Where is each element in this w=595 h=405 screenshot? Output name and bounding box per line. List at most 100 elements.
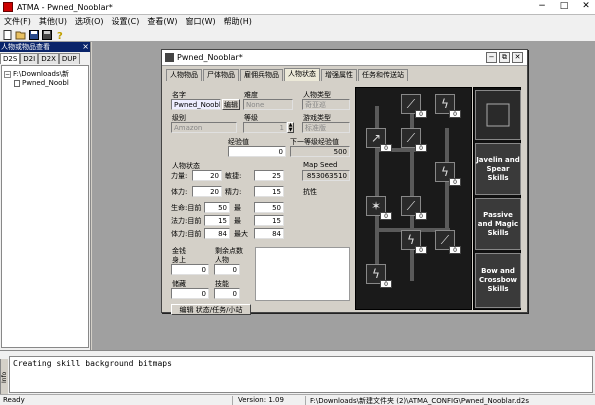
energy-field[interactable]: 15 [254,186,284,197]
skill-points: 0 [380,280,392,288]
save-icon[interactable] [28,29,39,40]
gold-stash-field[interactable]: 0 [171,288,209,299]
tree-root-label: F:\Downloads\新 [13,70,69,78]
tab-corpse-items[interactable]: 尸体物品 [203,69,239,81]
new-icon[interactable] [2,29,13,40]
left-panel: 人物或物品查看 × D2S D2I D2X DUP − F:\Downloads… [0,42,91,350]
child-close-button[interactable]: ✕ [512,52,523,63]
tree-file-label: Pwned_Noobl [22,79,69,87]
skill-points: 0 [449,246,461,254]
stamina-label: 体力:目前 [171,230,202,238]
remaining-skill-field[interactable]: 0 [214,288,240,299]
left-panel-title: 人物或物品查看 [0,42,90,52]
skill-tab-javelin[interactable]: Javelin and Spear Skills [475,143,521,195]
help-icon[interactable]: ? [54,29,65,40]
menu-options[interactable]: 选项(O) [71,16,108,27]
skill-category-tabs: Javelin and Spear Skills Passive and Mag… [473,87,521,310]
strength-field[interactable]: 20 [192,170,222,181]
skill-points: 0 [415,110,427,118]
svg-text:?: ? [57,31,63,40]
vitality-field[interactable]: 20 [192,186,222,197]
file-tree[interactable]: − F:\Downloads\新 Pwned_Noobl [1,65,89,348]
maximize-button[interactable]: □ [557,1,571,11]
skill-tab-passive[interactable]: Passive and Magic Skills [475,198,521,250]
menu-help[interactable]: 帮助(H) [220,16,256,27]
tree-file-node[interactable]: Pwned_Noobl [14,79,69,87]
skill-tree: ⟋ 0 ϟ 0 ↗ 0 ⟋ 0 ϟ 0 ✶ 0 ⟋ 0 ϟ 0 ⟋ 0 ϟ 0 [355,87,472,310]
minimize-button[interactable]: − [535,1,549,11]
menu-view[interactable]: 查看(W) [143,16,181,27]
tab-d2x[interactable]: D2X [38,53,59,64]
status-ready: Ready [3,396,25,404]
child-restore-button[interactable]: ⧉ [499,52,510,63]
character-tabs: 人物物品 尸体物品 雇佣兵物品 人物状态 增强属性 任务和传送站 [166,68,409,81]
char-type-field[interactable]: 奇亚巡 [302,99,350,110]
name-field[interactable]: Pwned_Nooblar [171,99,221,110]
log-output: Creating skill background bitmaps [9,356,593,393]
log-area: Info Creating skill background bitmaps [0,350,595,395]
resist-box [255,247,350,301]
tab-char-items[interactable]: 人物物品 [166,69,202,81]
level-spinner[interactable]: ▲ ▼ [287,122,294,133]
tab-d2i[interactable]: D2I [20,53,39,64]
character-window: Pwned_Nooblar* − ⧉ ✕ 人物物品 尸体物品 雇佣兵物品 人物状… [161,49,528,315]
left-panel-tabs: D2S D2I D2X DUP [0,53,90,64]
game-type-field[interactable]: 标准版 [302,122,350,133]
edit-name-button[interactable]: 编辑 [222,99,240,110]
menu-file[interactable]: 文件(F) [0,16,35,27]
life-max-field[interactable]: 50 [254,202,284,213]
edit-status-button[interactable]: 编辑 状态/任务/小站 [171,304,251,315]
status-panel: 名字 Pwned_Nooblar 编辑 难度 None 人物类型 奇亚巡 级别 … [166,81,353,315]
tree-root-node[interactable]: − F:\Downloads\新 [4,69,69,79]
close-button[interactable]: ✕ [579,1,593,11]
toolbar: ? [0,28,595,42]
life-max-label: 最 [234,204,241,212]
xp-field[interactable]: 0 [228,146,286,157]
collapse-icon[interactable]: − [4,70,11,78]
mana-max-field[interactable]: 15 [254,215,284,226]
status-bar: Ready Version: 1.09 F:\Downloads\新建文件夹 (… [0,394,595,405]
skill-points: 0 [415,144,427,152]
menu-bar: 文件(F) 其他(U) 选项(O) 设置(C) 查看(W) 窗口(W) 帮助(H… [0,15,595,28]
stamina-current-field[interactable]: 84 [204,228,230,239]
map-seed-label: Map Seed [303,161,338,169]
skill-tab-bow[interactable]: Bow and Crossbow Skills [475,253,521,308]
menu-other[interactable]: 其他(U) [35,16,71,27]
tab-dup[interactable]: DUP [58,53,80,64]
class-field[interactable]: Amazon [171,122,237,133]
left-panel-close-icon[interactable]: × [82,42,89,52]
character-window-title: Pwned_Nooblar* [177,53,243,62]
skill-points: 0 [449,178,461,186]
skill-tab-frame [475,90,521,140]
info-label: Info [0,359,8,395]
stamina-max-field[interactable]: 84 [254,228,284,239]
menu-window[interactable]: 窗口(W) [181,16,219,27]
tab-merc-items[interactable]: 雇佣兵物品 [240,69,283,81]
strength-label: 力量: [171,172,188,180]
gold-body-field[interactable]: 0 [171,264,209,275]
life-label: 生命:目前 [171,204,202,212]
remaining-stat-field[interactable]: 0 [214,264,240,275]
difficulty-field[interactable]: None [243,99,293,110]
level-field[interactable]: 1 [243,122,287,133]
save-all-icon[interactable] [41,29,52,40]
open-icon[interactable] [15,29,26,40]
mana-current-field[interactable]: 15 [204,215,230,226]
menu-settings[interactable]: 设置(C) [108,16,144,27]
map-seed-field: 853063510 [302,170,350,181]
window-title: ATMA - Pwned_Nooblar* [17,2,113,12]
tab-char-status[interactable]: 人物状态 [284,68,320,81]
tab-d2s[interactable]: D2S [0,53,21,64]
next-xp-field: 500 [290,146,350,157]
file-icon [14,79,20,87]
mana-max-label: 最 [234,217,241,225]
resist-label: 抗性 [303,188,317,196]
skill-points: 0 [415,246,427,254]
child-minimize-button[interactable]: − [486,52,497,63]
character-window-title-bar: Pwned_Nooblar* − ⧉ ✕ [162,50,527,66]
tab-quests-waypoints[interactable]: 任务和传送站 [358,69,408,81]
tab-enhanced-attrs[interactable]: 增强属性 [321,69,357,81]
dexterity-field[interactable]: 25 [254,170,284,181]
mana-label: 法力:目前 [171,217,202,225]
life-current-field[interactable]: 50 [204,202,230,213]
